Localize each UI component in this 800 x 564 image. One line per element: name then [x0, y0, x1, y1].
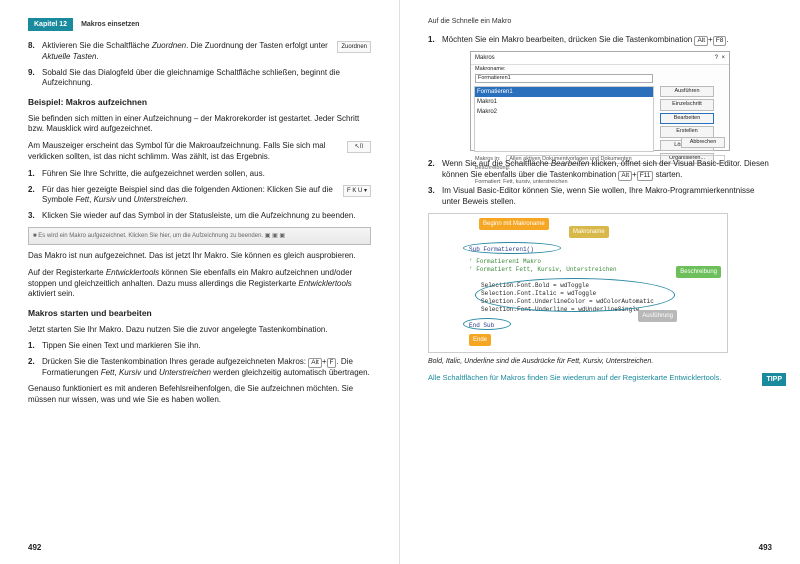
header-title-left: Makros einsetzen	[81, 21, 139, 28]
page-number-right: 493	[759, 543, 772, 552]
edit-step-1: 1. Möchten Sie ein Makro bearbeiten, drü…	[428, 35, 772, 46]
dialog-titlebar: Makros ? ×	[471, 52, 729, 65]
para-outro: Genauso funktioniert es mit anderen Befe…	[28, 384, 371, 406]
figure-caption: Bold, Italic, Underline sind die Ausdrüc…	[428, 357, 772, 366]
macros-dialog-figure: Makros ? × Makroname: Formatieren1 Forma…	[470, 51, 730, 151]
zuordnen-button-graphic: Zuordnen	[337, 41, 371, 53]
start-step-2: 2. Drücken Sie die Tastenkombination Ihr…	[28, 357, 371, 379]
step-9-text: Sobald Sie das Dialogfeld über die gleic…	[42, 68, 340, 88]
rec-step-3: 3. Klicken Sie wieder auf das Symbol in …	[28, 211, 371, 222]
list-3: 1. Tippen Sie einen Text und markieren S…	[28, 341, 371, 379]
book-spread: Kapitel 12 Makros einsetzen 8. Zuordnen …	[0, 0, 800, 564]
makroname-label: Makroname:	[475, 66, 506, 72]
step-8: 8. Zuordnen Aktivieren Sie die Schaltflä…	[28, 41, 371, 63]
page-left: Kapitel 12 Makros einsetzen 8. Zuordnen …	[0, 0, 400, 564]
content-right: 1. Möchten Sie ein Makro bearbeiten, drü…	[428, 35, 772, 383]
chapter-tab: Kapitel 12	[28, 18, 73, 31]
content-left: 8. Zuordnen Aktivieren Sie die Schaltflä…	[28, 41, 371, 406]
header-right: Auf die Schnelle ein Makro	[428, 18, 772, 25]
para-start: Jetzt starten Sie Ihr Makro. Dazu nutzen…	[28, 325, 371, 336]
cursor-record-icon: ↖⌷	[347, 141, 371, 153]
tag-ausfuehrung: Ausführung	[638, 310, 677, 322]
step-8-text: Aktivieren Sie die Schaltfläche Zuordnen…	[42, 41, 328, 61]
tip-text: Alle Schaltflächen für Makros finden Sie…	[428, 373, 772, 383]
para-rec1: Sie befinden sich mitten in einer Aufzei…	[28, 114, 371, 136]
edit-step-2: 2. Wenn Sie auf die Schaltfläche Bearbei…	[428, 159, 772, 181]
tag-beschreibung: Beschreibung	[676, 266, 721, 278]
list-1: 8. Zuordnen Aktivieren Sie die Schaltflä…	[28, 41, 371, 89]
edit-step-3: 3. Im Visual Basic-Editor können Sie, we…	[428, 186, 772, 208]
tip-badge: TIPP	[762, 373, 786, 386]
makroname-input: Formatieren1	[475, 74, 653, 83]
tag-begin: Beginn mit Makroname	[479, 218, 549, 230]
tag-makroname: Makroname	[569, 226, 609, 238]
step-9: 9. Sobald Sie das Dialogfeld über die gl…	[28, 68, 371, 90]
start-step-1: 1. Tippen Sie einen Text und markieren S…	[28, 341, 371, 352]
heading-start: Makros starten und bearbeiten	[28, 308, 371, 319]
fku-toolbar-graphic: F K U ▾	[343, 185, 371, 197]
page-right: Auf die Schnelle ein Makro 1. Möchten Si…	[400, 0, 800, 564]
list-r1: 1. Möchten Sie ein Makro bearbeiten, drü…	[428, 35, 772, 46]
macro-list: Formatieren1 Makro1 Makro2	[474, 86, 654, 152]
oval-body	[475, 278, 675, 312]
para-devtools: Auf der Registerkarte Entwicklertools kö…	[28, 268, 371, 300]
header-title-right: Auf die Schnelle ein Makro	[428, 18, 511, 25]
rec-step-2: 2. F K U ▾ Für das hier gezeigte Beispie…	[28, 185, 371, 207]
header-left: Kapitel 12 Makros einsetzen	[28, 18, 371, 31]
heading-example: Beispiel: Makros aufzeichnen	[28, 97, 371, 108]
statusbar-graphic: ■ Es wird ein Makro aufgezeichnet. Klick…	[28, 227, 371, 245]
rec-step-1: 1. Führen Sie Ihre Schritte, die aufgeze…	[28, 169, 371, 180]
para-done: Das Makro ist nun aufgezeichnet. Das ist…	[28, 251, 371, 262]
vb-editor-figure: Beginn mit Makroname Makroname Beschreib…	[428, 213, 728, 353]
tag-ende: Ende	[469, 334, 491, 346]
page-number-left: 492	[28, 543, 41, 552]
para-rec2: ↖⌷ Am Mauszeiger erscheint das Symbol fü…	[28, 141, 371, 163]
list-2: 1. Führen Sie Ihre Schritte, die aufgeze…	[28, 169, 371, 222]
